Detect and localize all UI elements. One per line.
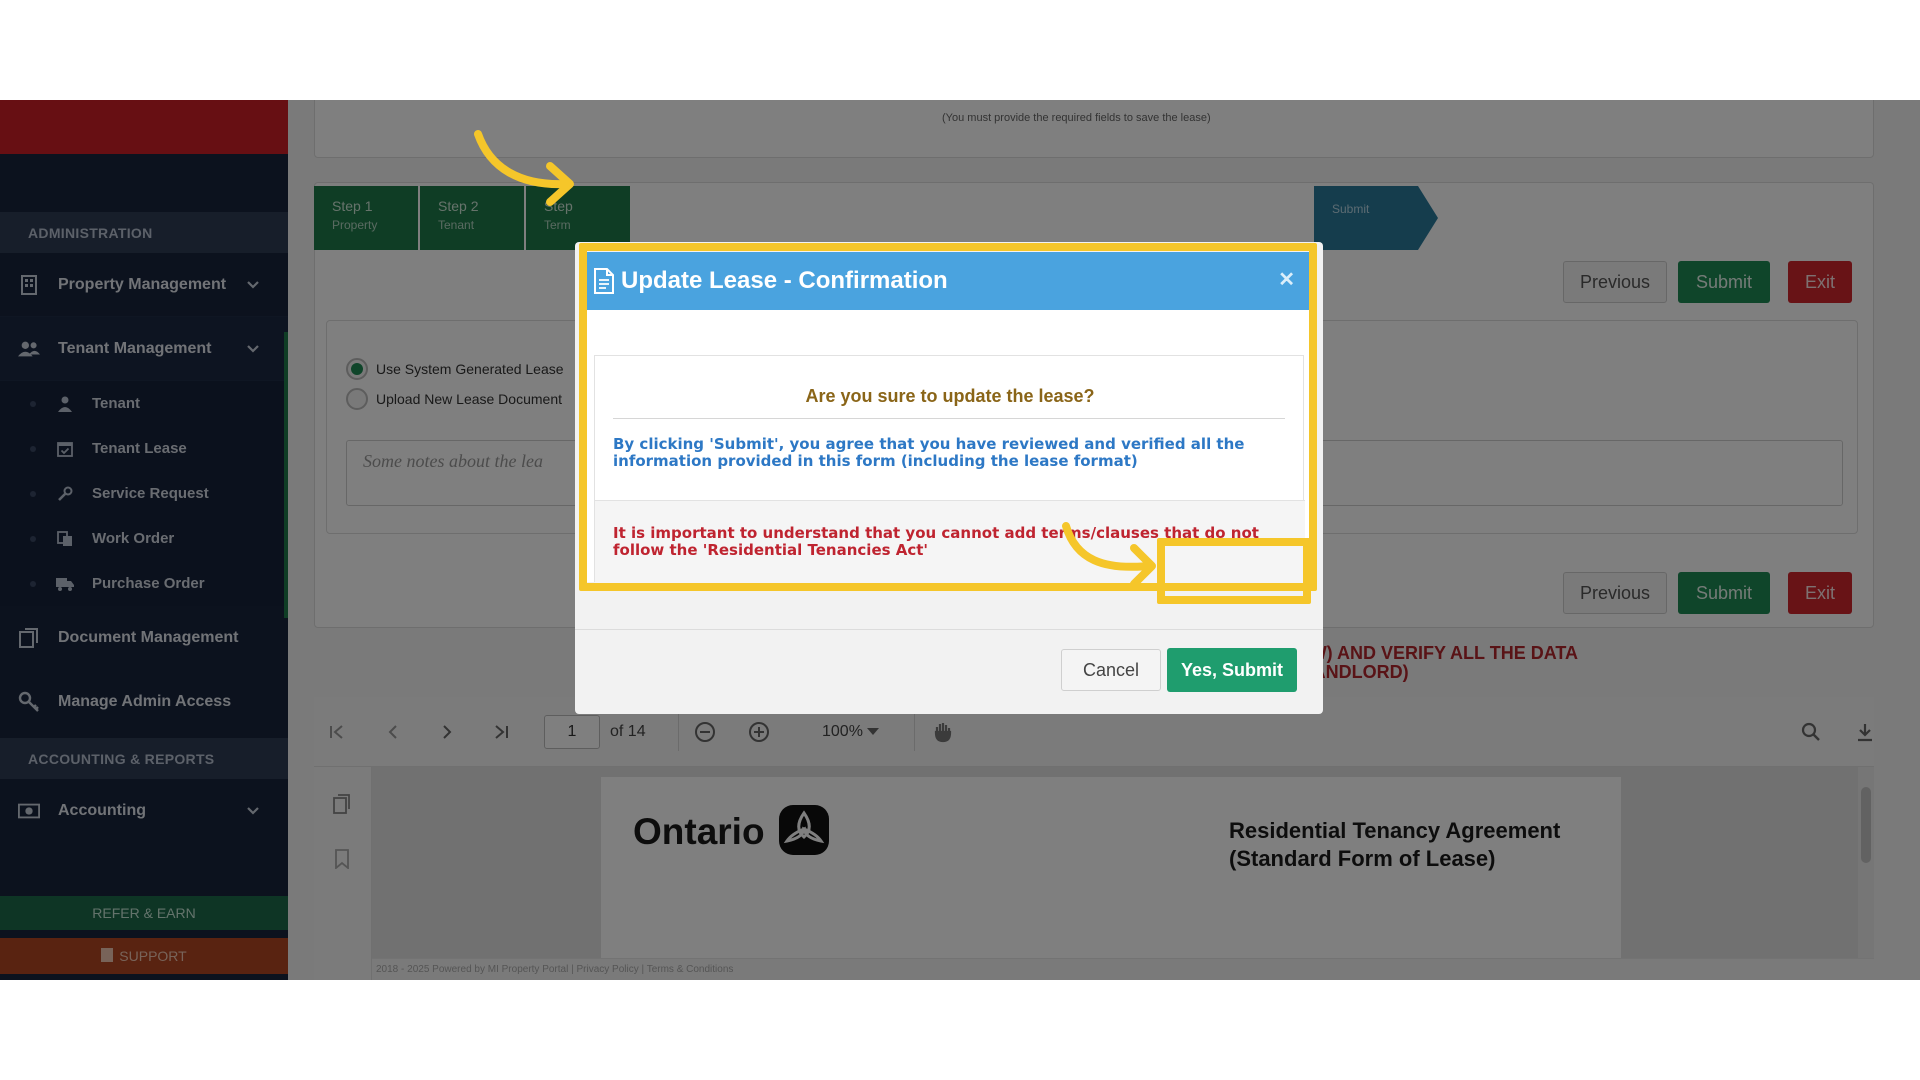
- document-icon: [594, 268, 614, 294]
- app-window: ADMINISTRATION Property Management Tenan…: [0, 100, 1920, 980]
- arrow-pointer-icon: [1062, 522, 1156, 588]
- dialog-body: Are you sure to update the lease? By cli…: [585, 310, 1313, 583]
- confirmation-info: By clicking 'Submit', you agree that you…: [613, 435, 1245, 470]
- confirmation-warning: It is important to understand that you c…: [613, 524, 1259, 559]
- dialog-title: Update Lease - Confirmation: [621, 267, 948, 294]
- arrow-pointer-icon: [474, 130, 574, 206]
- dialog-header: Update Lease - Confirmation ✕: [585, 252, 1313, 310]
- close-icon[interactable]: ✕: [1278, 270, 1295, 290]
- update-lease-confirmation-dialog: Update Lease - Confirmation ✕ Are you su…: [575, 242, 1323, 714]
- cancel-button[interactable]: Cancel: [1061, 649, 1161, 691]
- confirmation-card: Are you sure to update the lease? By cli…: [594, 355, 1305, 583]
- confirmation-question: Are you sure to update the lease?: [805, 386, 1095, 406]
- yes-submit-button[interactable]: Yes, Submit: [1167, 648, 1297, 692]
